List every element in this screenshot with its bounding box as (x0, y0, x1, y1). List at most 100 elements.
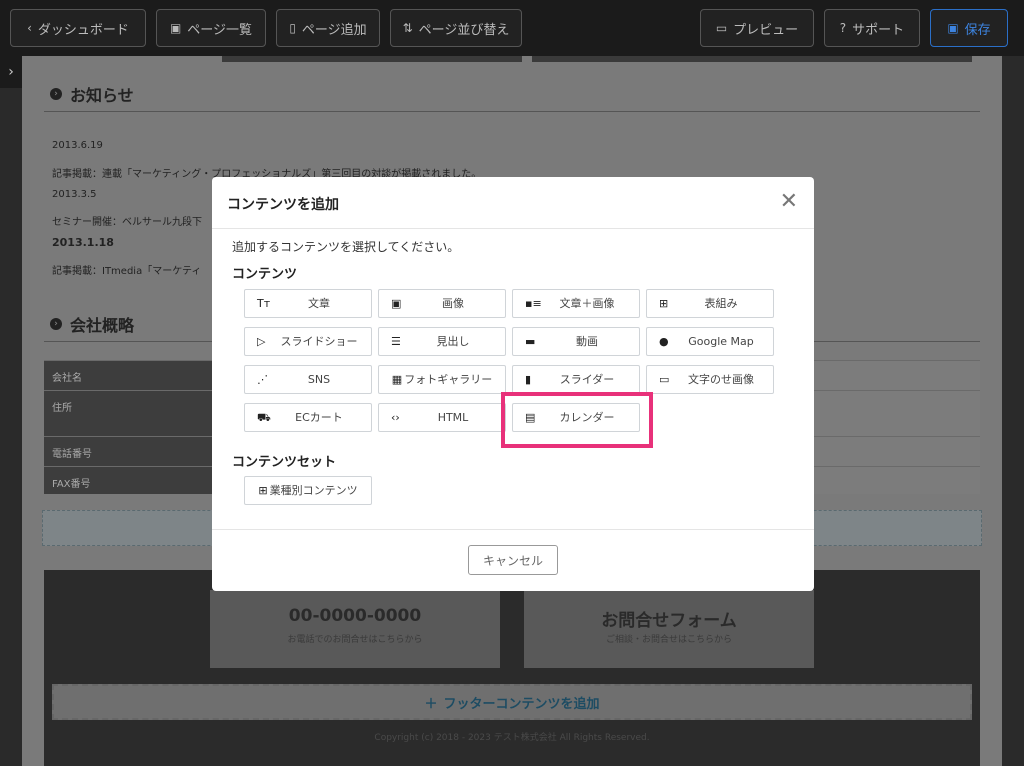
company-row-key: 住所 (44, 391, 214, 436)
text-icon: Tт (257, 297, 271, 310)
content-googlemap-button[interactable]: ● Google Map (646, 327, 774, 356)
content-button-label: フォトギャラリー (404, 372, 493, 386)
industry-content-set-button[interactable]: ⊞ 業種別コンテンツ (244, 476, 372, 505)
notice-title-text: お知らせ (70, 85, 134, 105)
section-contents-heading: コンテンツ (232, 267, 298, 282)
preview-button[interactable]: ▭ プレビュー (700, 9, 814, 47)
content-button-label: HTML (437, 411, 469, 424)
news-date: 2013.3.5 (52, 189, 97, 200)
sort-icon: ⇅ (402, 21, 413, 35)
news-date: 2013.6.19 (52, 140, 103, 151)
section-sets-heading: コンテンツセット (232, 455, 337, 470)
content-text-button[interactable]: Tт 文章 (244, 289, 372, 318)
footer-tel: 00-0000-0000 (288, 606, 422, 626)
content-heading-button[interactable]: ☰ 見出し (378, 327, 506, 356)
news-text: セミナー開催：ベルサール九段下 (52, 217, 202, 228)
play-icon: ▷ (257, 335, 266, 348)
content-button-label: 表組み (704, 297, 738, 310)
add-content-modal: コンテンツを追加 ✕ 追加するコンテンツを選択してください。 コンテンツ Tт … (212, 177, 814, 591)
calendar-icon: ▤ (525, 411, 536, 424)
page-sort-label: ページ並び替え (418, 22, 510, 38)
dashboard-button[interactable]: ‹ ダッシュボード (10, 9, 146, 47)
plus-square-icon: ⊞ (258, 483, 268, 497)
content-button-label: Google Map (688, 335, 754, 348)
close-icon[interactable]: ✕ (780, 189, 798, 215)
image-icon: ▣ (391, 297, 402, 310)
content-button-label: SNS (307, 373, 331, 386)
page-add-label: ページ追加 (301, 22, 367, 38)
footer-form-note: ご相談・お問合せはこちらから (605, 635, 732, 645)
map-pin-icon: ● (659, 335, 669, 348)
support-button[interactable]: ? サポート (824, 9, 920, 47)
content-button-label: 画像 (442, 297, 464, 310)
text-overlay-icon: ▭ (659, 373, 670, 386)
gallery-icon: ▦ (391, 372, 403, 386)
save-button[interactable]: ▣ 保存 (930, 9, 1008, 47)
content-slideshow-button[interactable]: ▷ スライドショー (244, 327, 372, 356)
image-icon: ▣ (169, 21, 182, 35)
content-html-button[interactable]: ‹› HTML (378, 403, 506, 432)
modal-title: コンテンツを追加 (227, 197, 339, 213)
content-video-button[interactable]: ▬ 動画 (512, 327, 640, 356)
share-icon: ⋰ (257, 373, 268, 386)
chevron-right-icon: › (8, 64, 14, 80)
footer-tel-note: お電話でのお問合せはこちらから (287, 635, 423, 645)
page-sort-button[interactable]: ⇅ ページ並び替え (390, 9, 522, 47)
content-photo-gallery-button[interactable]: ▦ フォトギャラリー (378, 365, 506, 394)
content-sns-button[interactable]: ⋰ SNS (244, 365, 372, 394)
modal-instruction: 追加するコンテンツを選択してください。 (232, 240, 460, 254)
content-set-label: 業種別コンテンツ (269, 483, 358, 497)
heading-icon: ☰ (391, 335, 401, 348)
content-text-overlay-image-button[interactable]: ▭ 文字のせ画像 (646, 365, 774, 394)
slider-icon: ▮ (525, 373, 532, 386)
page-list-button[interactable]: ▣ ページ一覧 (156, 9, 266, 47)
company-row-key: FAX番号 (44, 467, 214, 494)
content-slider-button[interactable]: ▮ スライダー (512, 365, 640, 394)
content-image-button[interactable]: ▣ 画像 (378, 289, 506, 318)
content-button-label: 文章 (308, 297, 330, 310)
page-add-button[interactable]: ▯ ページ追加 (276, 9, 380, 47)
help-icon: ? (839, 21, 847, 35)
support-label: サポート (852, 22, 905, 38)
add-footer-label: フッターコンテンツを追加 (443, 696, 600, 712)
preview-label: プレビュー (733, 22, 799, 38)
content-calendar-button[interactable]: ▤ カレンダー (512, 403, 640, 432)
footer-tel-tile[interactable]: 00-0000-0000 お電話でのお問合せはこちらから (210, 590, 500, 668)
content-button-label: ECカート (295, 411, 343, 424)
content-ec-cart-button[interactable]: ⛟ ECカート (244, 403, 372, 432)
content-text-image-button[interactable]: ▪≡ 文章＋画像 (512, 289, 640, 318)
news-date: 2013.1.18 (52, 236, 114, 249)
content-table-button[interactable]: ⊞ 表組み (646, 289, 774, 318)
content-button-label: 見出し (436, 335, 470, 348)
copyright: Copyright (c) 2018 - 2023 テスト株式会社 All Ri… (374, 733, 650, 743)
laptop-icon: ▭ (715, 21, 728, 35)
video-icon: ▬ (525, 335, 536, 348)
content-button-label: スライドショー (280, 335, 358, 348)
file-plus-icon: ▯ (289, 21, 296, 35)
content-button-label: 文章＋画像 (559, 297, 615, 310)
editor-toolbar: ‹ ダッシュボード ▣ ページ一覧 ▯ ページ追加 ⇅ ページ並び替え ▭ プレ… (0, 0, 1024, 56)
chevron-left-icon: ‹ (27, 21, 32, 35)
dashboard-label: ダッシュボード (37, 22, 129, 38)
content-button-label: カレンダー (559, 411, 615, 424)
plus-icon: ＋ (424, 696, 438, 712)
company-row-key: 電話番号 (44, 437, 214, 466)
code-icon: ‹› (391, 411, 400, 424)
company-title-text: 会社概略 (70, 315, 135, 335)
floppy-icon: ▣ (947, 21, 959, 35)
news-text: 記事掲載：ITmedia「マーケティ (52, 266, 202, 277)
footer-form-tile[interactable]: お問合せフォーム ご相談・お問合せはこちらから (524, 590, 814, 668)
header-image-strip (222, 56, 522, 62)
save-label: 保存 (964, 22, 991, 38)
sidebar-toggle[interactable]: › (0, 56, 22, 88)
page-footer: 00-0000-0000 お電話でのお問合せはこちらから お問合せフォーム ご相… (44, 570, 980, 766)
cart-icon: ⛟ (257, 411, 271, 424)
content-button-label: 文字のせ画像 (688, 373, 754, 386)
content-button-label: 動画 (576, 335, 598, 348)
add-footer-content-button[interactable]: ＋ フッターコンテンツを追加 (52, 684, 972, 720)
table-icon: ⊞ (659, 297, 669, 310)
footer-form: お問合せフォーム (601, 611, 737, 631)
cancel-button[interactable]: キャンセル (468, 545, 558, 575)
header-image-strip (532, 56, 972, 62)
content-button-label: スライダー (559, 373, 615, 386)
